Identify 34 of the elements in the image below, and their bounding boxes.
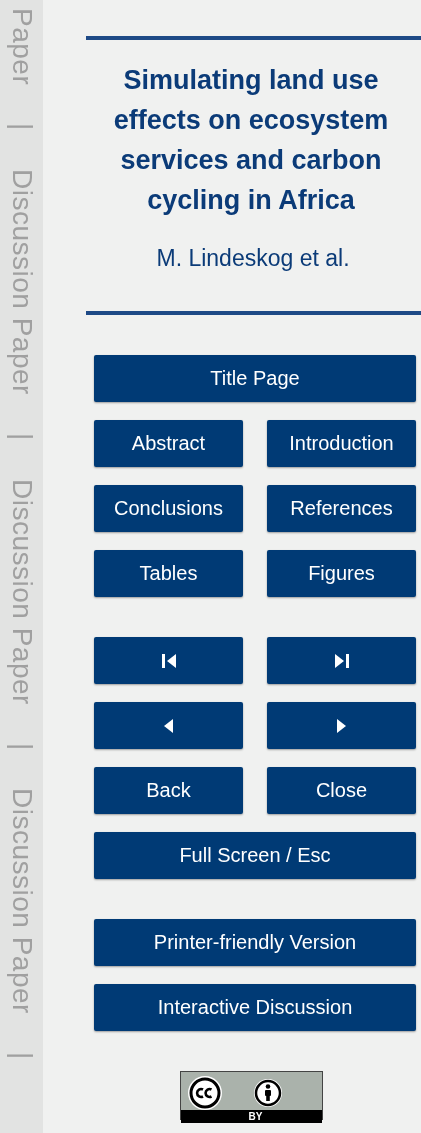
nav-button[interactable]: Close [267,767,416,814]
author-line: M. Lindeskog et al. [155,244,351,273]
nav-button[interactable]: Tables [94,550,243,597]
margin-label: Discussion Paper [7,478,36,705]
nav-button[interactable]: References [267,485,416,532]
margin-label: Paper [7,8,36,86]
separator-label: | [7,432,36,441]
nav-button[interactable]: Printer-friendly Version [94,919,416,966]
cc-icon [187,1075,223,1111]
nav-button[interactable]: Interactive Discussion [94,984,416,1031]
previous-page-icon [163,718,174,733]
paper-title: Simulating land use effects on ecosystem services and carbon cycling in Africa [112,64,390,217]
previous-page-button[interactable] [94,702,243,749]
next-page-button[interactable] [267,702,416,749]
first-page-button[interactable] [94,637,243,684]
nav-button[interactable]: Abstract [94,420,243,467]
margin-label: Discussion Paper [7,169,36,395]
nav-button[interactable]: Full Screen / Esc [94,832,416,879]
margin-label: Discussion Paper [7,788,36,1015]
nav-button[interactable]: Conclusions [94,485,243,532]
separator-label: | [7,742,36,751]
nav-button[interactable]: Title Page [94,355,416,402]
nav-button[interactable]: Back [94,767,243,814]
first-page-icon [161,653,176,668]
license-badge[interactable]: BY [180,1071,323,1120]
last-page-button[interactable] [267,637,416,684]
nav-button[interactable]: Figures [267,550,416,597]
next-page-icon [336,718,347,733]
separator-label: | [7,1052,36,1060]
nav-button[interactable]: Introduction [267,420,416,467]
last-page-icon [334,653,349,668]
badge-label: BY [248,1110,263,1123]
person-icon [253,1078,283,1108]
separator-label: | [7,123,36,131]
